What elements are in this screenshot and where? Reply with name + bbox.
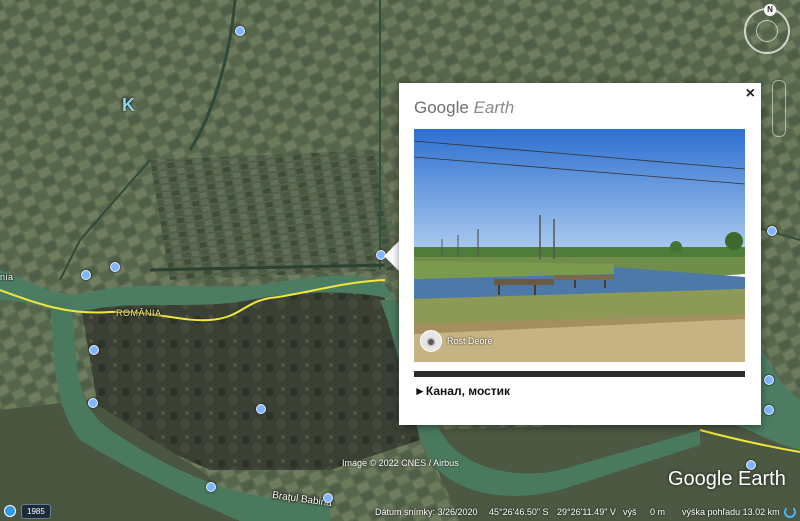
elevation-value: 0 m [650, 507, 666, 517]
photo-bar [414, 371, 745, 377]
status-bar: Dátum snímky: 3/26/2020 45°26'46.50" S 2… [0, 502, 800, 521]
photo-pin[interactable] [764, 405, 774, 415]
photo-pin[interactable] [256, 404, 266, 414]
country-label: ROMÂNIA [116, 308, 162, 318]
photo-pin[interactable] [88, 398, 98, 408]
popup-photo[interactable]: ◉ Rost Deore [414, 129, 745, 362]
photo-pin[interactable] [764, 375, 774, 385]
photo-pin[interactable] [110, 262, 120, 272]
eye-altitude: výška pohľadu 13.02 km [682, 507, 780, 517]
brand-earth: Earth [473, 98, 515, 117]
close-button[interactable]: × [746, 85, 755, 103]
brand-google: Google [414, 98, 469, 117]
photo-pin[interactable] [206, 482, 216, 492]
photo-pin[interactable] [235, 26, 245, 36]
photo-popup: × Google Earth ◉ Rost Deore ►Канал, мост… [399, 83, 761, 425]
region-letter-label: K [122, 95, 135, 115]
imagery-date: Dátum snímky: 3/26/2020 [375, 507, 478, 517]
author-name: Rost Deore [447, 336, 493, 346]
photo-credit[interactable]: ◉ Rost Deore [420, 330, 493, 352]
imagery-credit: Image © 2022 CNES / Airbus [342, 458, 459, 468]
google-earth-watermark: Google Earth [668, 468, 786, 490]
popup-brand-logo: Google Earth [414, 98, 514, 118]
north-icon[interactable]: N [764, 4, 776, 16]
loading-icon [784, 506, 796, 518]
photo-caption[interactable]: ►Канал, мостик [414, 384, 510, 398]
left-edge-label: nia [0, 272, 14, 282]
photo-pin[interactable] [89, 345, 99, 355]
popup-pointer [384, 240, 400, 272]
elevation-label: výš [623, 507, 637, 517]
latitude: 45°26'46.50" S [489, 507, 549, 517]
tilt-control[interactable] [756, 20, 778, 42]
photo-pin[interactable] [767, 226, 777, 236]
longitude: 29°26'11.49" V [557, 507, 616, 517]
photo-pin[interactable] [81, 270, 91, 280]
landscape-photo [414, 129, 745, 362]
zoom-slider[interactable] [772, 80, 786, 137]
author-avatar: ◉ [420, 330, 442, 352]
